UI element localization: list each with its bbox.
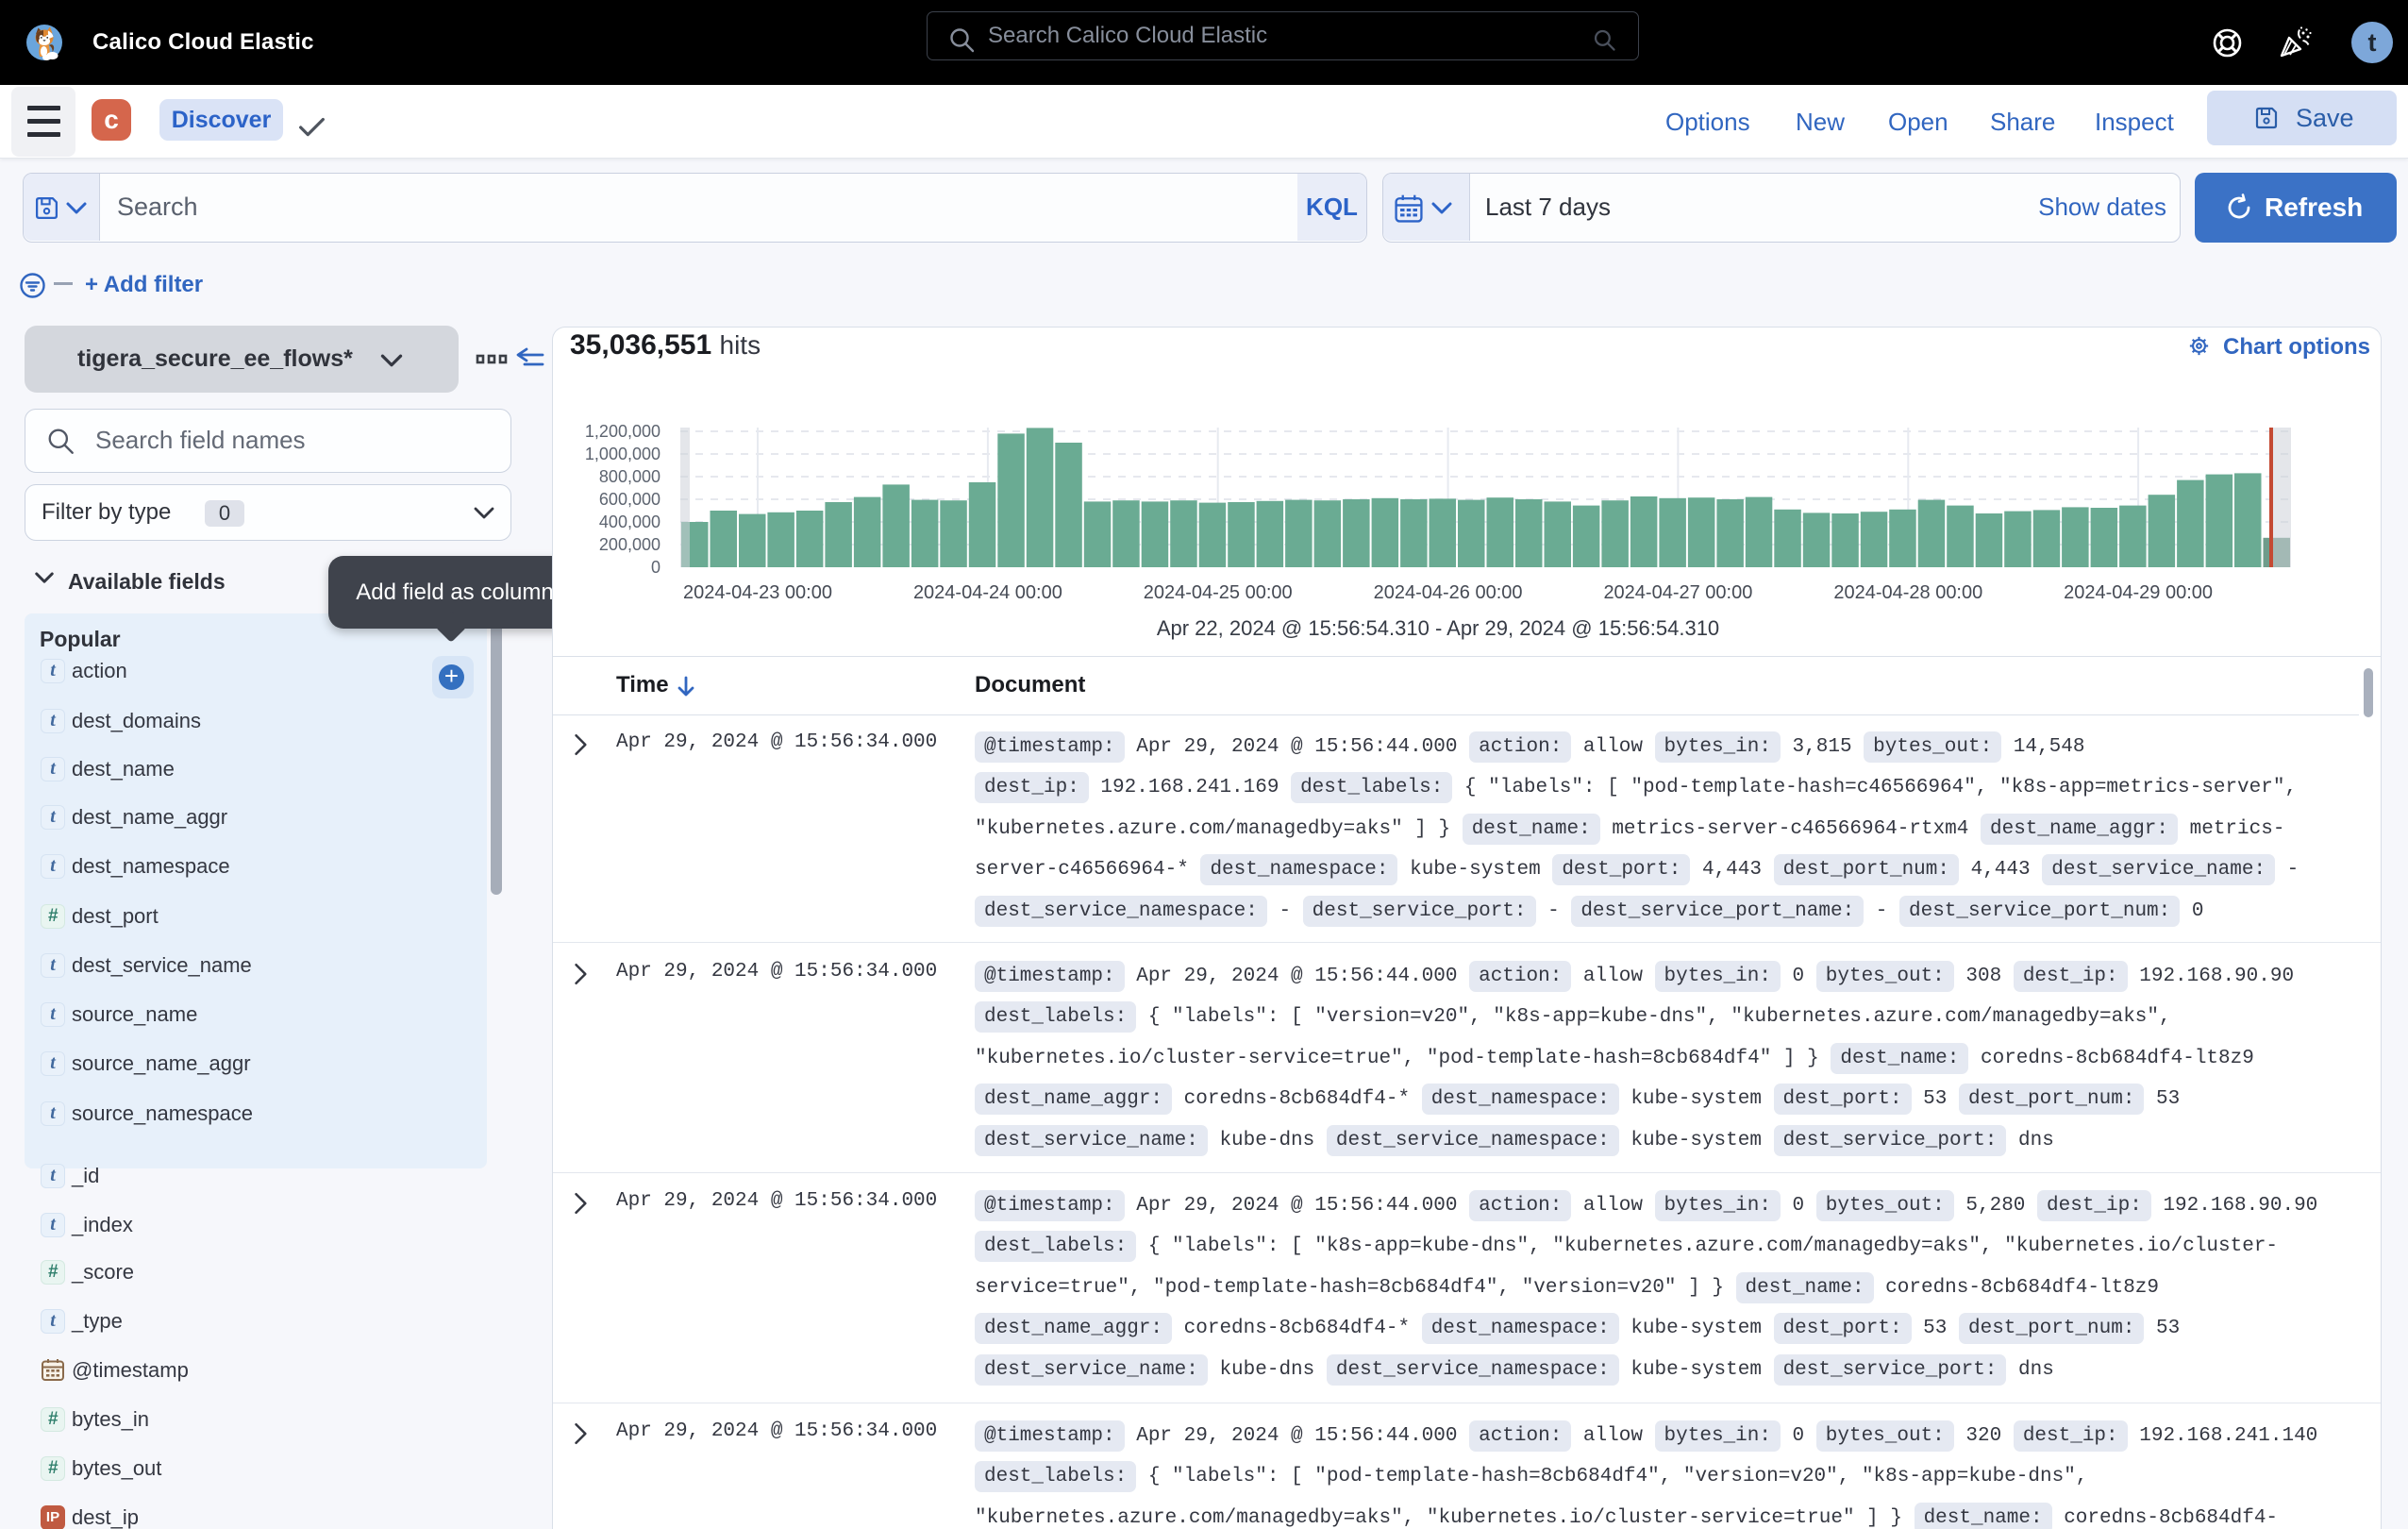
svg-text:2024-04-29 00:00: 2024-04-29 00:00 (2064, 582, 2213, 603)
svg-text:0: 0 (651, 558, 661, 577)
svg-text:Apr 22, 2024 @ 15:56:54.310 -: Apr 22, 2024 @ 15:56:54.310 - Apr 29, 20… (1157, 616, 1719, 640)
svg-text:200,000: 200,000 (599, 535, 661, 554)
svg-text:1,200,000: 1,200,000 (585, 422, 661, 441)
svg-text:400,000: 400,000 (599, 512, 661, 531)
svg-text:800,000: 800,000 (599, 467, 661, 486)
svg-text:2024-04-27 00:00: 2024-04-27 00:00 (1603, 582, 1752, 603)
svg-text:2024-04-24 00:00: 2024-04-24 00:00 (913, 582, 1062, 603)
svg-text:2024-04-28 00:00: 2024-04-28 00:00 (1833, 582, 1982, 603)
svg-text:1,000,000: 1,000,000 (585, 445, 661, 463)
svg-text:2024-04-26 00:00: 2024-04-26 00:00 (1374, 582, 1523, 603)
svg-text:2024-04-25 00:00: 2024-04-25 00:00 (1144, 582, 1293, 603)
svg-text:600,000: 600,000 (599, 490, 661, 509)
svg-text:2024-04-23 00:00: 2024-04-23 00:00 (683, 582, 832, 603)
